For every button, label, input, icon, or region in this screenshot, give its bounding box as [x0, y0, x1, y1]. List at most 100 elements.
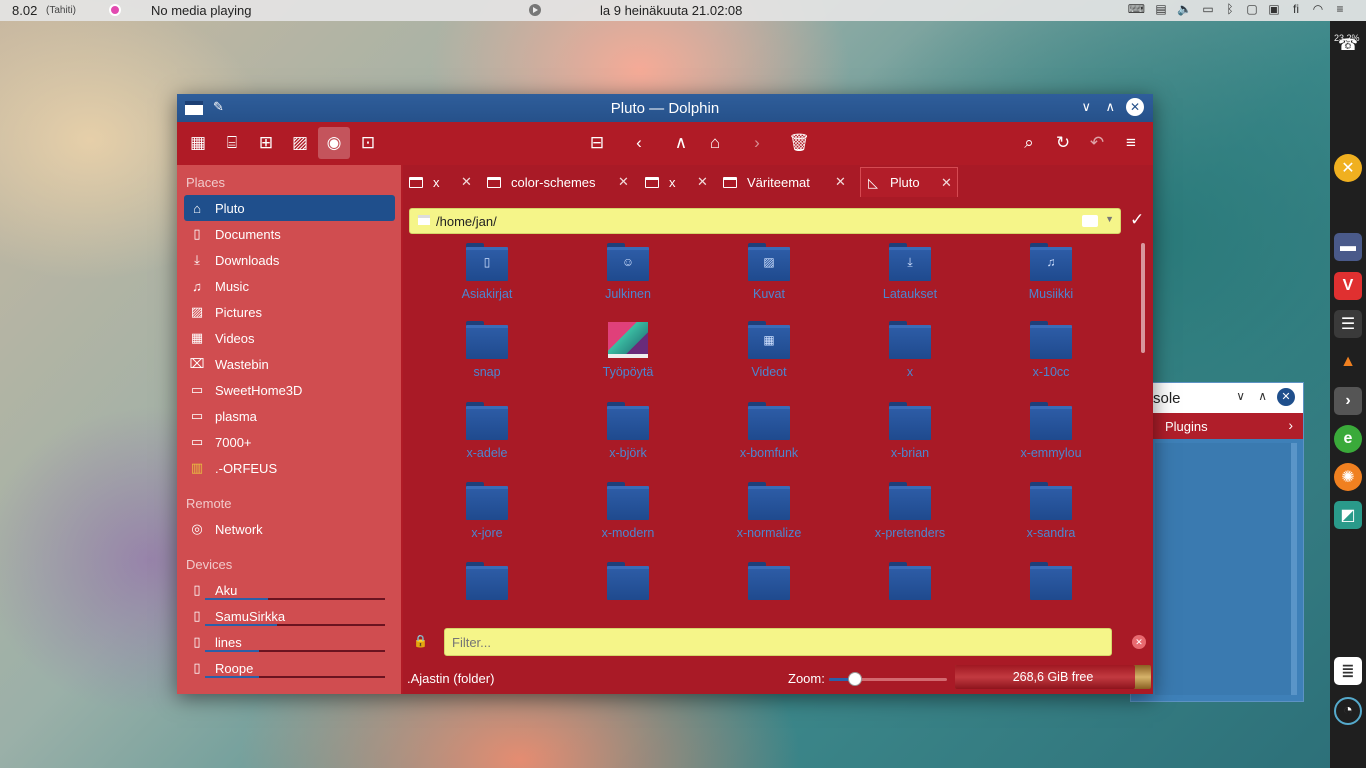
edit-app-icon[interactable]: e — [1334, 425, 1362, 453]
tab-variteemat[interactable]: Väriteemat ✕ — [723, 167, 853, 197]
file-item[interactable]: x-bomfunk — [699, 402, 839, 468]
location-bar[interactable]: /home/jan/ ▼ — [409, 208, 1121, 234]
split-view-icon[interactable]: ▦ — [182, 127, 214, 159]
panel-clock[interactable]: 8.02 — [12, 3, 37, 18]
new-tab-icon[interactable]: ⊡ — [352, 127, 384, 159]
file-item[interactable]: x-björk — [558, 402, 698, 468]
minimize-icon[interactable]: ∨ — [1081, 99, 1091, 115]
sidebar-item-plasma[interactable]: ▭ plasma — [184, 403, 395, 429]
file-item[interactable]: ▨ Kuvat — [699, 243, 839, 309]
lock-icon[interactable]: 🔒 — [413, 634, 428, 648]
media-player-icon[interactable] — [109, 4, 121, 16]
zoom-slider[interactable] — [829, 678, 947, 681]
file-item[interactable]: x-modern — [558, 482, 698, 548]
forward-icon[interactable]: › — [741, 127, 773, 159]
orange-app-icon[interactable]: ✺ — [1334, 463, 1362, 491]
zoom-slider-handle[interactable] — [847, 672, 862, 686]
close-icon[interactable]: ✕ — [1126, 98, 1144, 116]
file-item[interactable] — [840, 562, 980, 613]
close-tab-icon[interactable]: ✕ — [941, 175, 952, 191]
console-menu[interactable]: Plugins › — [1131, 413, 1303, 439]
minimize-icon[interactable]: ∨ — [1236, 389, 1245, 403]
panel-date[interactable]: la 9 heinäkuuta 21.02:08 — [600, 3, 742, 18]
vlc-icon[interactable]: ▲ — [1334, 348, 1362, 376]
terminal-icon[interactable]: › — [1334, 387, 1362, 415]
vivaldi-icon[interactable]: V — [1334, 272, 1362, 300]
location-path[interactable]: /home/jan/ — [436, 214, 497, 229]
language-indicator[interactable]: fi — [1290, 2, 1302, 16]
tab-color-schemes[interactable]: color-schemes ✕ — [487, 167, 637, 197]
file-item[interactable]: x-brian — [840, 402, 980, 468]
close-tab-icon[interactable]: ✕ — [835, 174, 846, 190]
maximize-icon[interactable]: ∧ — [1105, 99, 1115, 115]
free-space-bar[interactable]: 268,6 GiB free — [955, 665, 1151, 689]
volume-icon[interactable]: 🔈 — [1177, 2, 1192, 16]
file-manager-icon[interactable]: ▬ — [1334, 233, 1362, 261]
lock-icon[interactable]: ▢ — [1246, 2, 1258, 16]
media-status[interactable]: No media playing — [151, 3, 251, 18]
sidebar-item-sweethome3d[interactable]: ▭ SweetHome3D — [184, 377, 395, 403]
notes-app-icon[interactable]: ≣ — [1334, 657, 1362, 685]
file-item[interactable] — [981, 562, 1121, 613]
sidebar-item-orfeus[interactable]: ▥ .-ORFEUS — [184, 455, 395, 481]
home-icon[interactable]: ⌂ — [699, 127, 731, 159]
maximize-icon[interactable]: ∧ — [1258, 389, 1267, 403]
back-icon[interactable]: ‹ — [623, 127, 655, 159]
bluetooth-icon[interactable]: ᛒ — [1224, 2, 1236, 16]
file-item[interactable]: x-pretenders — [840, 482, 980, 548]
file-item[interactable]: x-adele — [417, 402, 557, 468]
hamburger-menu-icon[interactable]: ≡ — [1115, 127, 1147, 159]
new-window-icon[interactable]: ⊞ — [250, 127, 282, 159]
settings-sliders-icon[interactable]: ☰ — [1334, 310, 1362, 338]
chevron-down-icon[interactable]: ▼ — [1105, 214, 1114, 224]
close-tab-icon[interactable]: ✕ — [461, 174, 472, 190]
sidebar-item-documents[interactable]: ▯ Documents — [184, 221, 395, 247]
wifi-icon[interactable]: ◠ — [1312, 2, 1324, 16]
file-item[interactable] — [699, 562, 839, 613]
terminal-icon[interactable]: ⌸ — [216, 127, 248, 159]
close-tab-icon[interactable]: ✕ — [618, 174, 629, 190]
close-x-app-icon[interactable]: ✕ — [1334, 154, 1362, 182]
sidebar-item-wastebin[interactable]: ⌧ Wastebin — [184, 351, 395, 377]
trash-icon[interactable]: 🗑 — [783, 127, 815, 159]
show-hidden-icon[interactable]: ◉ — [318, 127, 350, 159]
window-titlebar[interactable]: ✎ Pluto — Dolphin ∨ ∧ ✕ — [177, 94, 1153, 122]
up-icon[interactable]: ∧ — [665, 127, 697, 159]
file-item[interactable]: x — [840, 321, 980, 387]
sidebar-item-network[interactable]: ◎ Network — [184, 516, 395, 542]
tab-x-2[interactable]: x ✕ — [645, 167, 715, 197]
file-item[interactable]: ♫ Musiikki — [981, 243, 1121, 309]
filter-input[interactable] — [444, 628, 1112, 656]
file-item[interactable]: x-jore — [417, 482, 557, 548]
confirm-icon[interactable]: ✓ — [1130, 210, 1144, 230]
tab-x-1[interactable]: x ✕ — [409, 167, 479, 197]
preview-icon[interactable]: ▨ — [284, 127, 316, 159]
close-icon[interactable]: ✕ — [1132, 635, 1146, 649]
refresh-icon[interactable]: ↻ — [1047, 127, 1079, 159]
monitor-icon[interactable]: ▭ — [1202, 2, 1214, 16]
sidebar-item-music[interactable]: ♫ Music — [184, 273, 395, 299]
view-mode-icon[interactable]: ⊟ — [581, 127, 613, 159]
close-tab-icon[interactable]: ✕ — [697, 174, 708, 190]
sidebar-item-pluto[interactable]: ⌂ Pluto — [184, 195, 395, 221]
menu-icon[interactable]: ≡ — [1334, 2, 1346, 16]
search-icon[interactable]: ⌕ — [1013, 127, 1045, 159]
vertical-scrollbar[interactable] — [1141, 243, 1145, 353]
file-item[interactable]: Työpöytä — [558, 321, 698, 387]
sidebar-item-pictures[interactable]: ▨ Pictures — [184, 299, 395, 325]
file-item[interactable]: ⤓ Lataukset — [840, 243, 980, 309]
console-titlebar[interactable]: sole ∨ ∧ ✕ — [1131, 383, 1303, 413]
clear-icon[interactable] — [1082, 215, 1098, 227]
tab-pluto[interactable]: ◺ Pluto ✕ — [860, 167, 958, 197]
console-window[interactable]: sole ∨ ∧ ✕ Plugins › — [1130, 382, 1304, 702]
sidebar-item-downloads[interactable]: ⤓ Downloads — [184, 247, 395, 273]
sidebar-item-7000[interactable]: ▭ 7000+ — [184, 429, 395, 455]
file-item[interactable] — [558, 562, 698, 613]
file-item[interactable]: x-normalize — [699, 482, 839, 548]
desktop-app-icon[interactable]: ◩ — [1334, 501, 1362, 529]
plugins-menu-item[interactable]: Plugins — [1165, 419, 1208, 434]
system-monitor-icon[interactable]: ◔ — [1334, 697, 1362, 725]
file-item[interactable]: ▦ Videot — [699, 321, 839, 387]
file-item[interactable]: ☺ Julkinen — [558, 243, 698, 309]
close-icon[interactable]: ✕ — [1277, 388, 1295, 406]
